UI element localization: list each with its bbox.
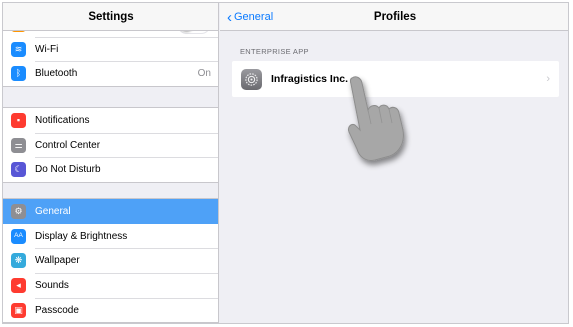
sidebar-item-bluetooth[interactable]: ᛒ Bluetooth On bbox=[3, 61, 218, 86]
section-header: ENTERPRISE APP bbox=[240, 47, 309, 56]
wifi-icon: ≋ bbox=[11, 41, 26, 57]
sidebar-item-label: Display & Brightness bbox=[35, 230, 128, 242]
sidebar-item-label: Wi-Fi bbox=[35, 43, 59, 55]
settings-title: Settings bbox=[3, 3, 218, 31]
sidebar-item-label: Wallpaper bbox=[35, 255, 80, 267]
sidebar-item-label: Sounds bbox=[35, 279, 69, 291]
control-center-icon: ⚌ bbox=[11, 137, 26, 153]
sidebar-item-notifications[interactable]: ▪ Notifications bbox=[3, 108, 218, 133]
bluetooth-status: On bbox=[197, 68, 211, 80]
chevron-right-icon: › bbox=[546, 73, 550, 85]
settings-gear-icon bbox=[241, 68, 262, 90]
sidebar-item-label: General bbox=[35, 205, 71, 217]
wallpaper-icon: ❋ bbox=[11, 253, 26, 269]
back-button[interactable]: ‹ General bbox=[227, 3, 273, 31]
sidebar-item-control-center[interactable]: ⚌ Control Center bbox=[3, 132, 218, 158]
sidebar-item-wallpaper[interactable]: ❋ Wallpaper bbox=[3, 248, 218, 273]
sidebar-item-label: Notifications bbox=[35, 114, 90, 126]
sounds-icon: ◂ bbox=[11, 277, 26, 293]
sidebar-item-wifi[interactable]: ≋ Wi-Fi bbox=[3, 36, 218, 62]
profiles-nav-bar: Profiles ‹ General bbox=[220, 3, 568, 31]
display-brightness-icon: AA bbox=[11, 228, 26, 244]
gear-icon: ⚙ bbox=[11, 203, 26, 219]
sidebar-item-label: Control Center bbox=[35, 139, 101, 151]
sidebar-item-general[interactable]: ⚙ General bbox=[3, 199, 218, 224]
sidebar-item-display-brightness[interactable]: AA Display & Brightness bbox=[3, 224, 218, 249]
pointing-hand-icon bbox=[348, 76, 404, 161]
ipad-screen: Settings ✈ ≋ Wi-Fi ᛒ Bluetooth On ▪ Noti… bbox=[2, 2, 569, 324]
sidebar-item-label: Do Not Disturb bbox=[35, 164, 101, 176]
settings-group-general: ⚙ General AA Display & Brightness ❋ Wall… bbox=[3, 198, 218, 323]
back-button-label: General bbox=[234, 11, 274, 23]
sidebar-item-label: Passcode bbox=[35, 304, 79, 316]
notifications-icon: ▪ bbox=[11, 112, 26, 128]
sidebar-item-do-not-disturb[interactable]: ☾ Do Not Disturb bbox=[3, 157, 218, 182]
passcode-icon: ▣ bbox=[11, 302, 26, 318]
sidebar-item-passcode[interactable]: ▣ Passcode bbox=[3, 297, 218, 323]
bluetooth-icon: ᛒ bbox=[11, 66, 26, 82]
settings-group-notifications: ▪ Notifications ⚌ Control Center ☾ Do No… bbox=[3, 107, 218, 184]
do-not-disturb-icon: ☾ bbox=[11, 162, 26, 178]
chevron-left-icon: ‹ bbox=[227, 8, 232, 26]
settings-pane: Settings ✈ ≋ Wi-Fi ᛒ Bluetooth On ▪ Noti… bbox=[3, 3, 219, 323]
sidebar-item-label: Bluetooth bbox=[35, 68, 78, 80]
sidebar-item-sounds[interactable]: ◂ Sounds bbox=[3, 273, 218, 298]
